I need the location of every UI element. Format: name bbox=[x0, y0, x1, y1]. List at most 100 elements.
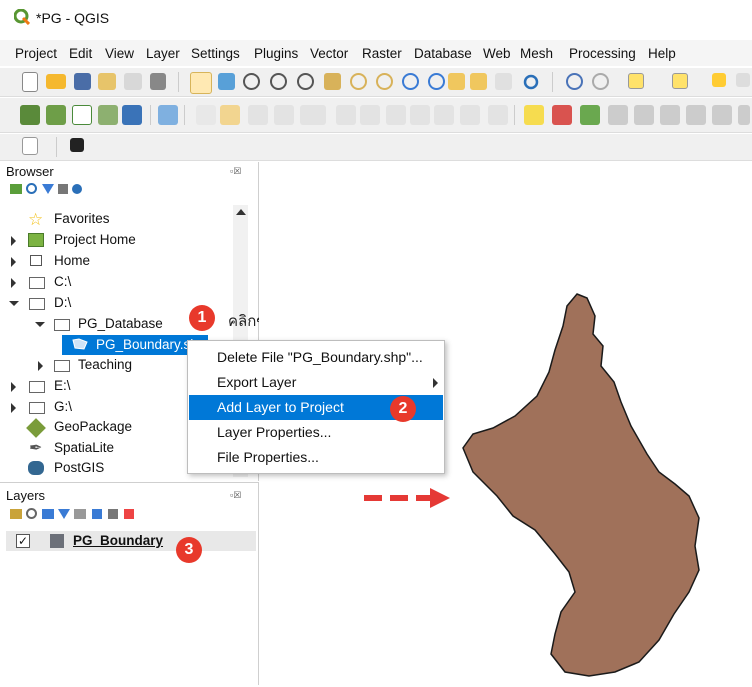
digitize-icon[interactable] bbox=[274, 105, 294, 125]
filter-icon[interactable] bbox=[58, 509, 70, 519]
pan-to-selection-icon[interactable] bbox=[218, 73, 235, 90]
collapse-all-icon[interactable] bbox=[58, 184, 68, 194]
project-home-icon bbox=[28, 233, 44, 247]
manage-theme-icon[interactable] bbox=[42, 509, 54, 519]
menu-database[interactable]: Database bbox=[414, 46, 472, 61]
menu-processing[interactable]: Processing bbox=[569, 46, 636, 61]
zoom-selection-icon[interactable] bbox=[350, 73, 367, 90]
menu-delete-file[interactable]: Delete File "PG_Boundary.shp"... bbox=[189, 345, 443, 370]
panel-float-close-icon[interactable]: ▫☒ bbox=[230, 166, 241, 177]
polygon-layer-icon bbox=[72, 338, 88, 350]
deselect-icon[interactable] bbox=[712, 73, 726, 87]
menu-edit[interactable]: Edit bbox=[69, 46, 92, 61]
expand-arrow-icon[interactable] bbox=[11, 403, 16, 413]
new-bookmark-icon[interactable] bbox=[470, 73, 487, 90]
expand-all-icon[interactable] bbox=[92, 509, 102, 519]
add-raster-icon[interactable] bbox=[98, 105, 118, 125]
menu-export-layer[interactable]: Export Layer bbox=[189, 370, 443, 395]
remove-layer-icon[interactable] bbox=[124, 509, 134, 519]
label-show-icon[interactable] bbox=[686, 105, 706, 125]
label-more-icon[interactable] bbox=[738, 105, 750, 125]
select-value-icon[interactable] bbox=[672, 73, 688, 89]
menu-mesh[interactable]: Mesh bbox=[520, 46, 553, 61]
refresh-icon[interactable] bbox=[522, 73, 540, 91]
menu-layer-properties[interactable]: Layer Properties... bbox=[189, 420, 443, 445]
identify-icon[interactable] bbox=[566, 73, 583, 90]
zoom-rubber-icon[interactable] bbox=[297, 73, 314, 90]
open-project-icon[interactable] bbox=[46, 74, 66, 89]
save-project-icon[interactable] bbox=[74, 73, 91, 90]
expand-arrow-icon[interactable] bbox=[38, 361, 43, 371]
save-edits-icon[interactable] bbox=[248, 105, 268, 125]
menu-vector[interactable]: Vector bbox=[310, 46, 348, 61]
tree-label: G:\ bbox=[54, 399, 73, 414]
add-wms-icon[interactable] bbox=[158, 105, 178, 125]
attribute-table-icon[interactable] bbox=[736, 73, 750, 87]
menu-project[interactable]: Project bbox=[15, 46, 57, 61]
collapse-all-icon[interactable] bbox=[108, 509, 118, 519]
zoom-in-icon[interactable] bbox=[243, 73, 260, 90]
select-features-icon[interactable] bbox=[628, 73, 644, 89]
data-source-manager-icon[interactable] bbox=[20, 105, 40, 125]
toggle-editing-icon[interactable] bbox=[220, 105, 240, 125]
current-edits-icon[interactable] bbox=[196, 105, 216, 125]
paste-features-icon[interactable] bbox=[434, 105, 454, 125]
modify-attributes-icon[interactable] bbox=[336, 105, 356, 125]
vertex-tool-icon[interactable] bbox=[300, 105, 326, 125]
new-print-layout-icon[interactable] bbox=[98, 73, 116, 90]
add-layer-icon[interactable] bbox=[10, 184, 22, 194]
style-manager-icon[interactable] bbox=[150, 73, 166, 90]
python-console-icon[interactable] bbox=[70, 138, 84, 152]
filter-icon[interactable] bbox=[42, 184, 54, 194]
add-vector-layer-icon[interactable] bbox=[72, 105, 92, 125]
menu-view[interactable]: View bbox=[105, 46, 134, 61]
add-group-icon[interactable] bbox=[26, 508, 37, 519]
layer-row[interactable]: ✓ PG_Boundary bbox=[6, 531, 256, 551]
properties-icon[interactable] bbox=[72, 184, 82, 194]
cut-features-icon[interactable] bbox=[386, 105, 406, 125]
menu-settings[interactable]: Settings bbox=[191, 46, 240, 61]
menu-layer[interactable]: Layer bbox=[146, 46, 180, 61]
zoom-native-icon[interactable] bbox=[402, 73, 419, 90]
collapse-arrow-icon[interactable] bbox=[35, 322, 45, 327]
menu-plugins[interactable]: Plugins bbox=[254, 46, 298, 61]
menu-file-properties[interactable]: File Properties... bbox=[189, 445, 443, 470]
expand-arrow-icon[interactable] bbox=[11, 278, 16, 288]
refresh-icon[interactable] bbox=[26, 183, 37, 194]
menu-raster[interactable]: Raster bbox=[362, 46, 402, 61]
show-bookmarks-icon[interactable] bbox=[495, 73, 512, 90]
zoom-out-icon[interactable] bbox=[270, 73, 287, 90]
style-icon[interactable] bbox=[10, 509, 22, 519]
expand-arrow-icon[interactable] bbox=[11, 257, 16, 267]
spatial-bookmark-icon[interactable] bbox=[22, 137, 38, 155]
zoom-full-icon[interactable] bbox=[324, 73, 341, 90]
label-toolbar-icon[interactable] bbox=[524, 105, 544, 125]
filter-expression-icon[interactable] bbox=[74, 509, 86, 519]
zoom-last-icon[interactable] bbox=[428, 73, 445, 90]
add-csv-icon[interactable] bbox=[122, 105, 142, 125]
redo-icon[interactable] bbox=[488, 105, 508, 125]
pan-icon[interactable] bbox=[190, 72, 212, 94]
new-geopackage-icon[interactable] bbox=[46, 105, 66, 125]
menu-help[interactable]: Help bbox=[648, 46, 676, 61]
zoom-next-icon[interactable] bbox=[448, 73, 465, 90]
new-project-icon[interactable] bbox=[22, 72, 38, 92]
undo-icon[interactable] bbox=[460, 105, 480, 125]
copy-features-icon[interactable] bbox=[410, 105, 430, 125]
label-pin-icon[interactable] bbox=[552, 105, 572, 125]
collapse-arrow-icon[interactable] bbox=[9, 301, 19, 306]
label-move-icon[interactable] bbox=[608, 105, 628, 125]
expand-arrow-icon[interactable] bbox=[11, 236, 16, 246]
label-change-icon[interactable] bbox=[660, 105, 680, 125]
layout-manager-icon[interactable] bbox=[124, 73, 142, 90]
panel-float-close-icon[interactable]: ▫☒ bbox=[230, 490, 241, 501]
delete-selected-icon[interactable] bbox=[360, 105, 380, 125]
label-rotate-icon[interactable] bbox=[634, 105, 654, 125]
action-icon[interactable] bbox=[592, 73, 609, 90]
menu-web[interactable]: Web bbox=[483, 46, 511, 61]
label-style-icon[interactable] bbox=[712, 105, 732, 125]
expand-arrow-icon[interactable] bbox=[11, 382, 16, 392]
zoom-layer-icon[interactable] bbox=[376, 73, 393, 90]
label-highlight-icon[interactable] bbox=[580, 105, 600, 125]
layer-visibility-checkbox[interactable]: ✓ bbox=[16, 534, 30, 548]
